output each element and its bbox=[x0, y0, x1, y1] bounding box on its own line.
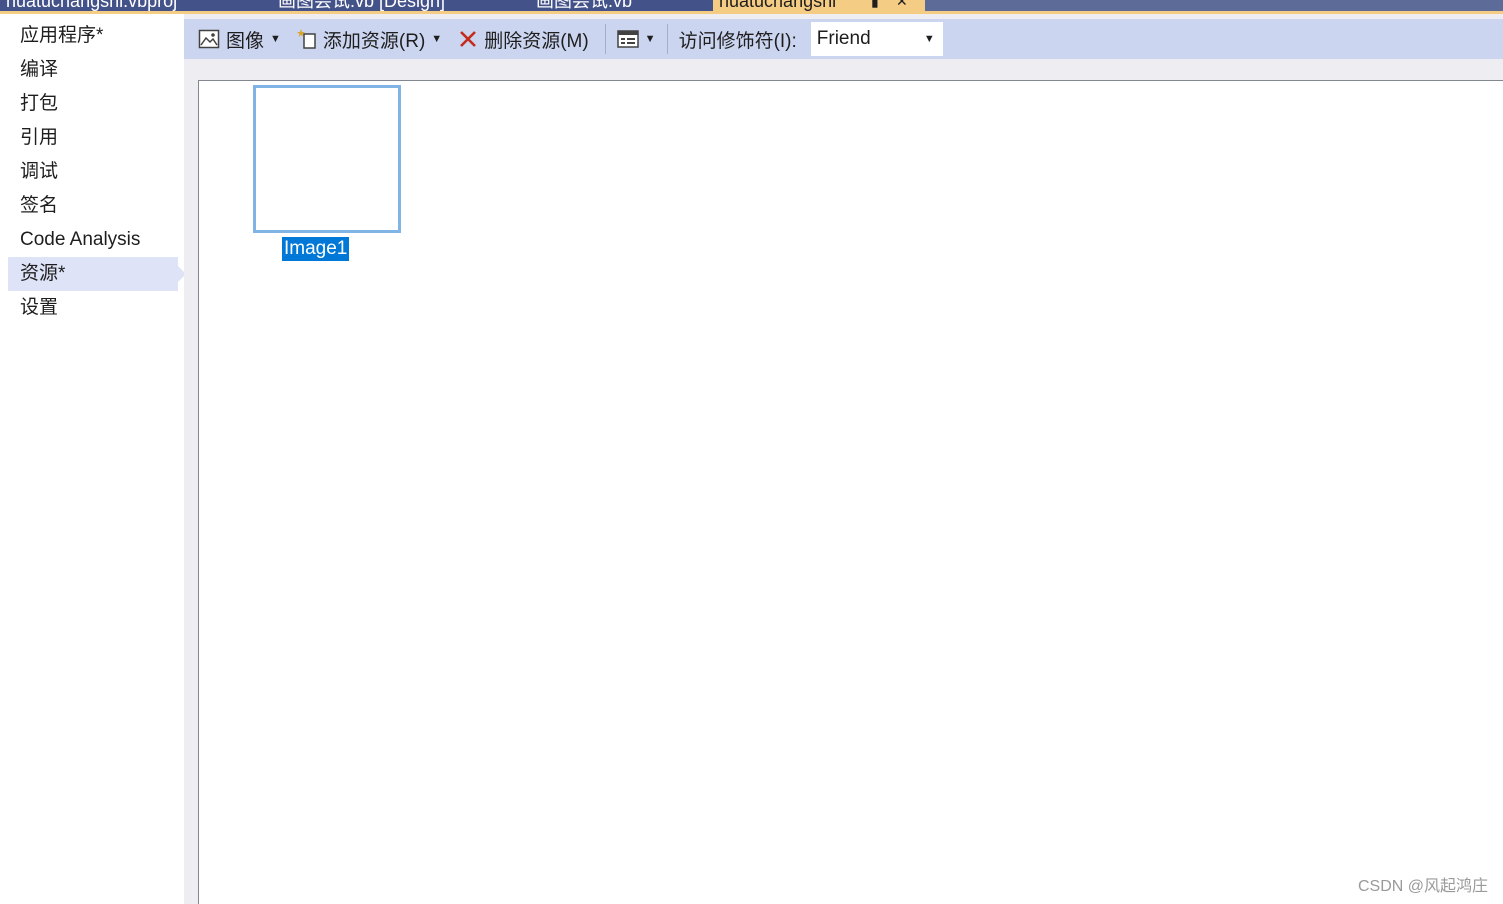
nav-item-resources[interactable]: 资源* bbox=[8, 257, 186, 291]
tab-label: 画图尝试.vb [Design] bbox=[278, 0, 446, 11]
nav-item-compile[interactable]: 编译 bbox=[8, 53, 178, 87]
remove-resource-label: 删除资源(M) bbox=[484, 30, 589, 52]
view-mode-dropdown[interactable]: ▼ bbox=[613, 23, 660, 55]
resource-type-dropdown[interactable]: 图像 ▼ bbox=[194, 23, 285, 55]
tab-design[interactable]: 画图尝试.vb [Design] bbox=[272, 0, 532, 11]
tab-code[interactable]: 画图尝试.vb bbox=[530, 0, 716, 11]
chevron-down-icon: ▼ bbox=[644, 33, 656, 45]
access-modifier-select[interactable]: Friend ▼ bbox=[810, 22, 943, 56]
tab-label: huatuchangshi bbox=[719, 0, 837, 11]
resource-type-label: 图像 bbox=[226, 30, 265, 52]
toolbar-separator bbox=[666, 24, 668, 54]
image-icon bbox=[198, 29, 220, 49]
tab-vbproj[interactable]: huatuchangshi.vbproj bbox=[0, 0, 274, 11]
add-resource-label: 添加资源(R) bbox=[322, 30, 426, 52]
toolbar-separator bbox=[604, 24, 606, 54]
document-tab-strip: huatuchangshi.vbproj 画图尝试.vb [Design] 画图… bbox=[0, 0, 1503, 14]
nav-item-references[interactable]: 引用 bbox=[8, 121, 178, 155]
resource-view-panel[interactable]: Image1 bbox=[198, 80, 1503, 904]
resource-thumbnail[interactable] bbox=[253, 85, 401, 233]
add-resource-button[interactable]: 添加资源(R) ▼ bbox=[293, 23, 446, 55]
access-modifier-value: Friend bbox=[816, 28, 871, 49]
chevron-down-icon: ▼ bbox=[923, 33, 935, 45]
nav-item-settings[interactable]: 设置 bbox=[8, 291, 178, 325]
nav-item-signing[interactable]: 签名 bbox=[8, 189, 178, 223]
resources-designer: 图像 ▼ 添加资源(R) ▼ 删除资源(M) ▼ 访问修饰符(I): Frien… bbox=[184, 14, 1503, 904]
tab-project-properties[interactable]: huatuchangshi ▮ ✕ bbox=[713, 0, 925, 11]
nav-item-code-analysis[interactable]: Code Analysis bbox=[8, 223, 178, 257]
pin-icon[interactable]: ▮ bbox=[871, 0, 879, 11]
remove-resource-button[interactable]: 删除资源(M) bbox=[454, 23, 592, 55]
nav-item-debug[interactable]: 调试 bbox=[8, 155, 178, 189]
nav-item-application[interactable]: 应用程序* bbox=[8, 19, 178, 53]
add-resource-icon bbox=[296, 28, 319, 50]
list-view-icon bbox=[616, 30, 639, 48]
chevron-down-icon: ▼ bbox=[431, 33, 443, 45]
tab-label: huatuchangshi.vbproj bbox=[6, 0, 178, 11]
access-modifier-label: 访问修饰符(I): bbox=[678, 30, 797, 52]
resources-toolbar: 图像 ▼ 添加资源(R) ▼ 删除资源(M) ▼ 访问修饰符(I): Frien… bbox=[184, 19, 1503, 59]
tab-label: 画图尝试.vb bbox=[536, 0, 633, 11]
watermark-text: CSDN @风起鸿庄 bbox=[1357, 878, 1488, 895]
resource-name-label[interactable]: Image1 bbox=[282, 237, 350, 261]
resource-item[interactable]: Image1 bbox=[253, 85, 403, 261]
nav-item-package[interactable]: 打包 bbox=[8, 87, 178, 121]
delete-x-icon bbox=[458, 29, 478, 49]
chevron-down-icon: ▼ bbox=[270, 33, 281, 45]
property-pages-nav: 应用程序* 编译 打包 引用 调试 签名 Code Analysis 资源* 设… bbox=[0, 14, 186, 904]
close-icon[interactable]: ✕ bbox=[896, 0, 908, 11]
